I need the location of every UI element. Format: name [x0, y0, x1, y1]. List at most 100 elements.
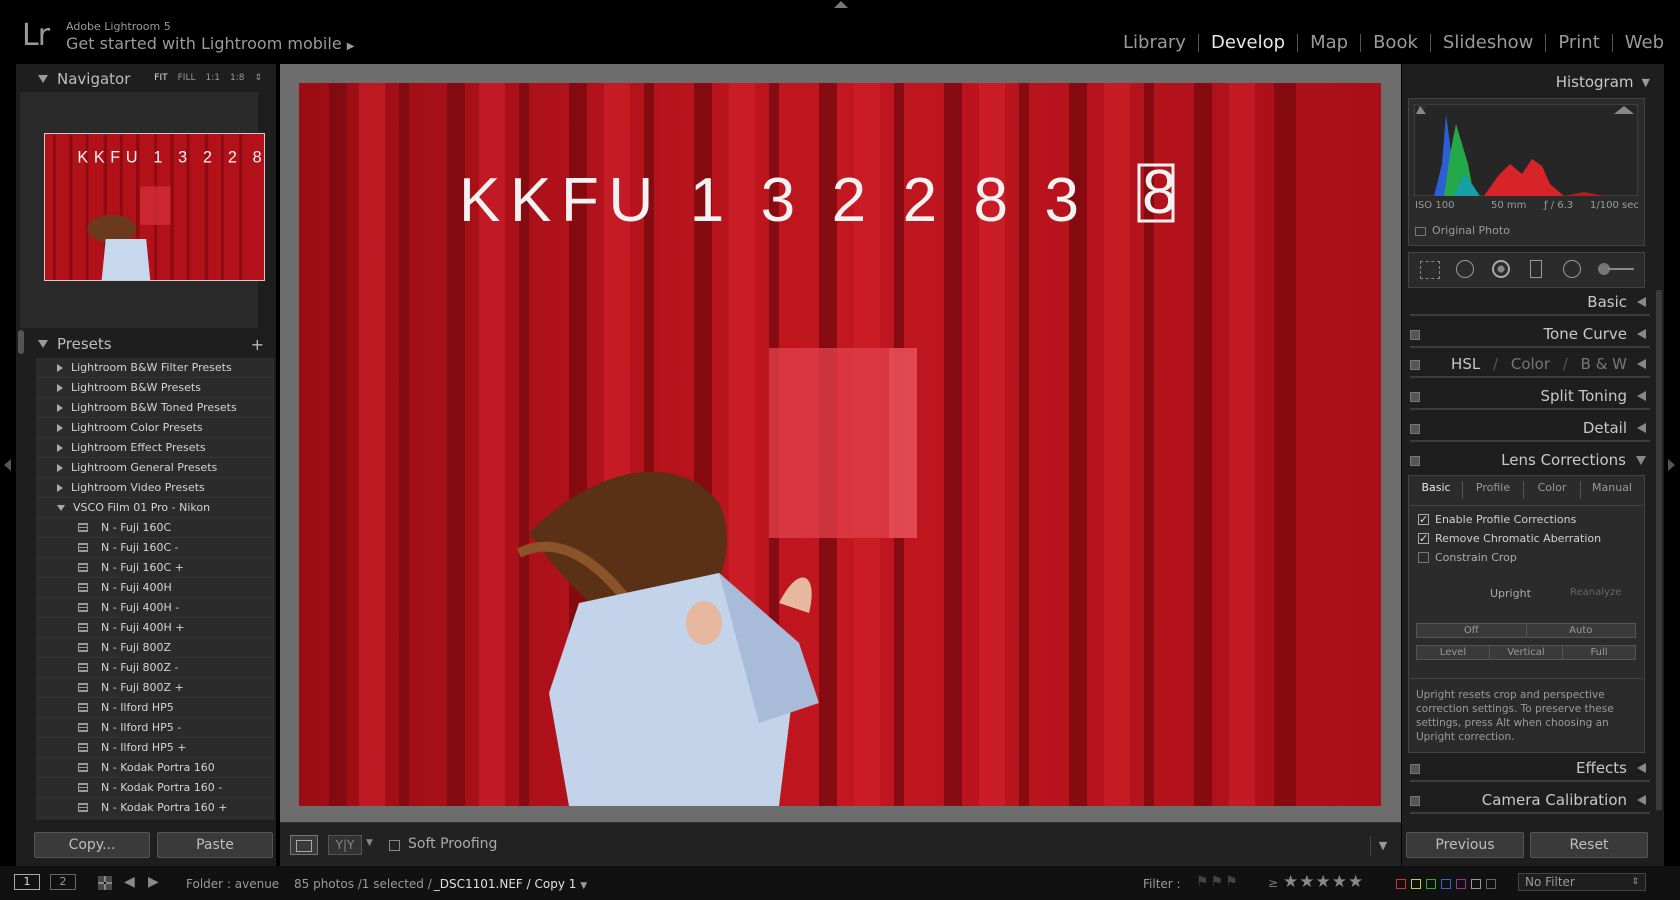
- module-slideshow[interactable]: Slideshow: [1431, 32, 1545, 53]
- back-arrow-icon[interactable]: ◀: [124, 874, 135, 890]
- blue-label-icon[interactable]: [1441, 879, 1451, 889]
- left-scrollbar[interactable]: [18, 330, 24, 354]
- upright-off-button[interactable]: Off: [1416, 623, 1527, 638]
- preset-group[interactable]: Lightroom B&W Filter Presets: [36, 358, 274, 378]
- lightroom-mobile-link[interactable]: Get started with Lightroom mobile ▶: [66, 34, 354, 53]
- photo-count[interactable]: 85 photos /1 selected / _DSC1101.NEF / Co…: [294, 877, 587, 891]
- lens-tab-manual[interactable]: Manual: [1581, 481, 1643, 499]
- lens-tab-basic[interactable]: Basic: [1410, 481, 1462, 499]
- green-label-icon[interactable]: [1426, 879, 1436, 889]
- preset-item[interactable]: N - Kodak Portra 160: [36, 758, 274, 778]
- module-book[interactable]: Book: [1361, 32, 1430, 53]
- detail-panel-header[interactable]: Detail: [1406, 414, 1650, 442]
- preset-group-open[interactable]: VSCO Film 01 Pro - Nikon: [36, 498, 274, 518]
- camera-calibration-panel-header[interactable]: Camera Calibration: [1406, 786, 1650, 814]
- basic-panel-header[interactable]: Basic: [1406, 288, 1650, 316]
- adjustment-brush-icon[interactable]: [1598, 263, 1634, 275]
- zoom-fit[interactable]: FIT: [154, 73, 167, 83]
- module-map[interactable]: Map: [1298, 32, 1360, 53]
- zoom-dropdown-icon[interactable]: ⇕: [254, 73, 262, 83]
- effects-panel-header[interactable]: Effects: [1406, 754, 1650, 782]
- main-window-view-button[interactable]: 1: [14, 874, 40, 890]
- star-rating-filter[interactable]: ★★★★★: [1283, 872, 1364, 892]
- constrain-crop-checkbox[interactable]: [1418, 552, 1429, 563]
- preset-group[interactable]: Lightroom Color Presets: [36, 418, 274, 438]
- upright-vertical-button[interactable]: Vertical: [1490, 645, 1563, 660]
- right-scrollbar[interactable]: [1656, 290, 1662, 810]
- lens-tab-profile[interactable]: Profile: [1463, 481, 1523, 499]
- preset-item[interactable]: N - Fuji 800Z +: [36, 678, 274, 698]
- presets-header[interactable]: Presets +: [16, 331, 276, 357]
- right-panel-toggle-icon[interactable]: [1668, 459, 1675, 471]
- split-toning-panel-header[interactable]: Split Toning: [1406, 382, 1650, 410]
- yellow-label-icon[interactable]: [1411, 879, 1421, 889]
- hsl-panel-header[interactable]: HSL / Color / B & W: [1406, 350, 1650, 378]
- spot-removal-icon[interactable]: [1456, 260, 1474, 278]
- module-library[interactable]: Library: [1111, 32, 1198, 53]
- secondary-window-view-button[interactable]: 2: [50, 874, 76, 890]
- before-after-view-icon[interactable]: Y|Y: [328, 835, 362, 855]
- previous-button[interactable]: Previous: [1406, 832, 1524, 858]
- upright-full-button[interactable]: Full: [1563, 645, 1636, 660]
- panel-switch-icon[interactable]: [1410, 764, 1420, 774]
- color-tab[interactable]: Color: [1511, 355, 1550, 373]
- preset-item[interactable]: N - Fuji 400H -: [36, 598, 274, 618]
- red-eye-icon[interactable]: [1492, 260, 1510, 278]
- toolbar-menu-icon[interactable]: ▼: [1370, 836, 1395, 856]
- upright-auto-button[interactable]: Auto: [1526, 623, 1636, 638]
- lens-corrections-panel-header[interactable]: Lens Corrections: [1406, 446, 1650, 474]
- hsl-tab[interactable]: HSL: [1451, 355, 1480, 373]
- red-label-icon[interactable]: [1396, 879, 1406, 889]
- panel-switch-icon[interactable]: [1410, 360, 1420, 370]
- paste-button[interactable]: Paste: [157, 832, 273, 858]
- panel-switch-icon[interactable]: [1410, 392, 1420, 402]
- main-photo[interactable]: KKFU 1 3 2 2 8 3 8: [299, 83, 1381, 806]
- module-print[interactable]: Print: [1546, 32, 1611, 53]
- preset-item[interactable]: N - Fuji 400H: [36, 578, 274, 598]
- preset-group[interactable]: Lightroom B&W Toned Presets: [36, 398, 274, 418]
- plus-icon[interactable]: +: [251, 335, 264, 354]
- crop-tool-icon[interactable]: [1420, 261, 1440, 279]
- zoom-fill[interactable]: FILL: [178, 73, 196, 83]
- preset-item[interactable]: N - Fuji 400H +: [36, 618, 274, 638]
- preset-item[interactable]: N - Ilford HP5: [36, 698, 274, 718]
- filter-preset-select[interactable]: No Filter ⇕: [1518, 873, 1646, 891]
- preset-item[interactable]: N - Kodak Portra 160 +: [36, 798, 274, 818]
- custom-label-icon[interactable]: [1471, 879, 1481, 889]
- preset-item[interactable]: N - Fuji 160C +: [36, 558, 274, 578]
- panel-switch-icon[interactable]: [1410, 456, 1420, 466]
- enable-profile-checkbox[interactable]: ✓: [1418, 514, 1429, 525]
- navigator-thumbnail[interactable]: KKFU 1 3 2 2 8 3: [44, 133, 265, 281]
- bw-tab[interactable]: B & W: [1581, 355, 1627, 373]
- graduated-filter-icon[interactable]: [1530, 260, 1542, 278]
- preset-item[interactable]: N - Fuji 800Z -: [36, 658, 274, 678]
- grid-view-icon[interactable]: [98, 876, 112, 890]
- preset-item[interactable]: N - Ilford HP5 -: [36, 718, 274, 738]
- forward-arrow-icon[interactable]: ▶: [148, 874, 159, 890]
- radial-filter-icon[interactable]: [1563, 260, 1581, 278]
- histogram-header[interactable]: Histogram ▼: [1406, 70, 1650, 94]
- loupe-view-icon[interactable]: [290, 835, 318, 855]
- preset-item[interactable]: N - Ilford HP5 +: [36, 738, 274, 758]
- copy-button[interactable]: Copy...: [34, 832, 150, 858]
- module-web[interactable]: Web: [1613, 32, 1664, 53]
- remove-ca-checkbox[interactable]: ✓: [1418, 533, 1429, 544]
- purple-label-icon[interactable]: [1456, 879, 1466, 889]
- original-photo-checkbox[interactable]: [1415, 227, 1426, 236]
- preset-group[interactable]: Lightroom B&W Presets: [36, 378, 274, 398]
- preset-item[interactable]: N - Fuji 160C: [36, 518, 274, 538]
- view-dropdown-icon[interactable]: ▼: [366, 838, 373, 848]
- panel-switch-icon[interactable]: [1410, 424, 1420, 434]
- zoom-1-8[interactable]: 1:8: [230, 73, 244, 83]
- upright-level-button[interactable]: Level: [1416, 645, 1490, 660]
- tone-curve-panel-header[interactable]: Tone Curve: [1406, 320, 1650, 348]
- top-panel-toggle-icon[interactable]: [834, 1, 848, 8]
- panel-switch-icon[interactable]: [1410, 796, 1420, 806]
- preset-item[interactable]: N - Fuji 800Z: [36, 638, 274, 658]
- panel-switch-icon[interactable]: [1410, 330, 1420, 340]
- navigator-header[interactable]: Navigator FIT FILL 1:1 1:8 ⇕: [16, 66, 276, 92]
- lens-tab-color[interactable]: Color: [1524, 481, 1580, 499]
- histogram-graph[interactable]: [1413, 103, 1639, 197]
- preset-group[interactable]: Lightroom General Presets: [36, 458, 274, 478]
- flag-filter-icons[interactable]: ⚑⚑⚑: [1196, 874, 1240, 890]
